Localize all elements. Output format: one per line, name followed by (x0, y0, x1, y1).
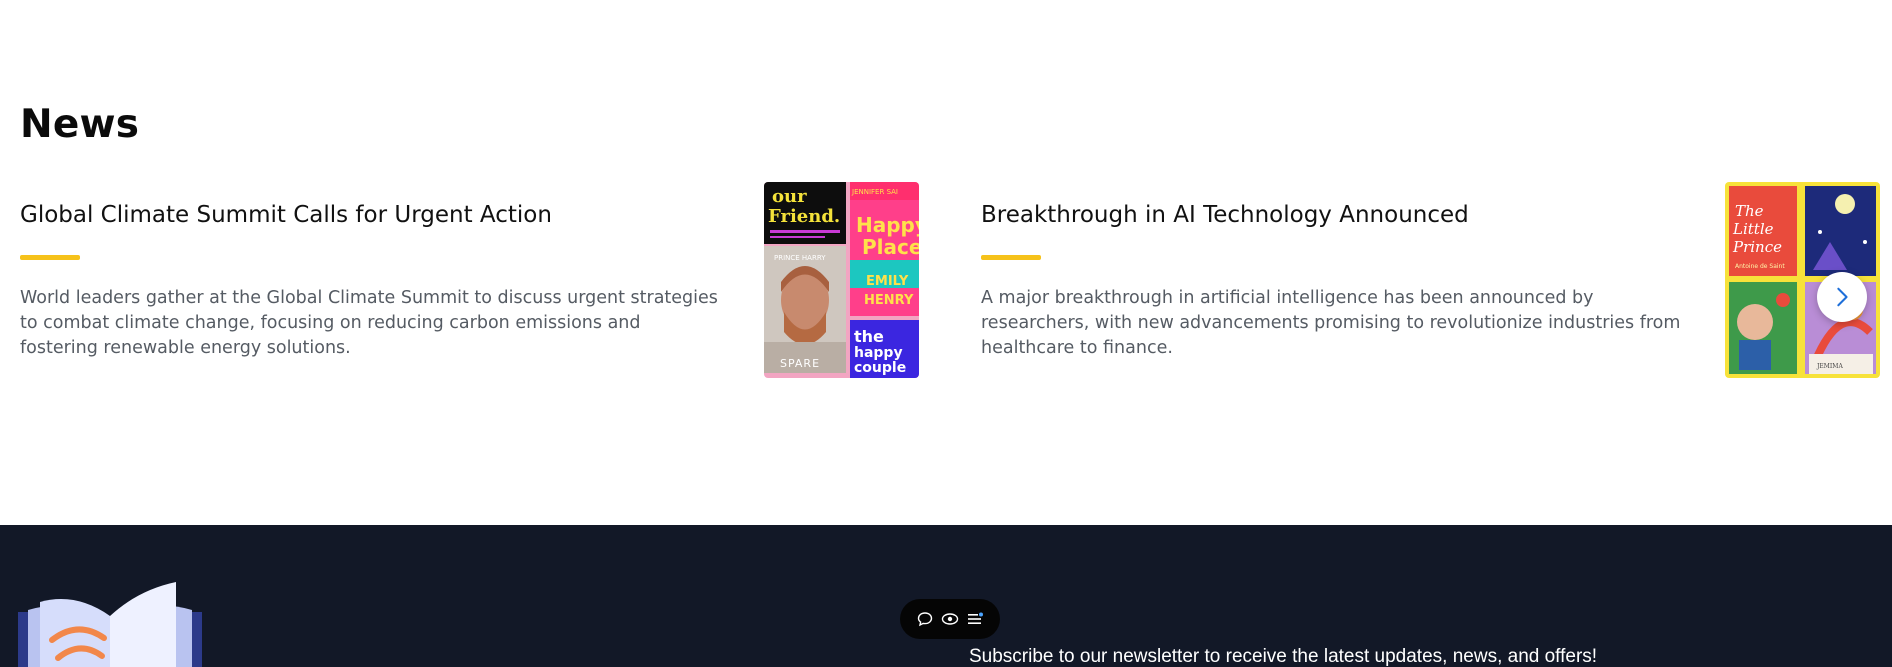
title-underline (20, 255, 80, 260)
news-card[interactable]: Global Climate Summit Calls for Urgent A… (20, 182, 920, 378)
svg-text:Little: Little (1732, 220, 1774, 238)
news-card[interactable]: Breakthrough in AI Technology Announced … (981, 182, 1881, 378)
news-card-image[interactable]: our Friend. PRINCE HARRY SPARE JENNIFER … (764, 182, 919, 378)
chevron-right-icon (1837, 287, 1848, 307)
svg-text:Friend.: Friend. (768, 206, 840, 227)
carousel-next-button[interactable] (1817, 272, 1867, 322)
svg-text:PRINCE HARRY: PRINCE HARRY (774, 254, 826, 262)
news-section: News Global Climate Summit Calls for Urg… (0, 0, 1892, 525)
footer-logo[interactable] (18, 580, 203, 667)
svg-text:the: the (854, 327, 884, 346)
svg-text:Place: Place (862, 235, 919, 259)
news-card-description: World leaders gather at the Global Clima… (20, 288, 718, 358)
comment-icon[interactable] (915, 609, 935, 629)
svg-text:HENRY: HENRY (864, 293, 914, 308)
svg-text:Prince: Prince (1732, 238, 1782, 256)
floating-toolbar (900, 599, 1000, 639)
eye-icon[interactable] (940, 609, 960, 629)
menu-icon[interactable] (965, 609, 985, 629)
site-footer (0, 525, 1892, 667)
svg-text:JENNIFER SAI: JENNIFER SAI (851, 188, 898, 196)
svg-text:happy: happy (854, 345, 903, 361)
news-card-title[interactable]: Breakthrough in AI Technology Announced (981, 202, 1469, 228)
svg-text:JEMIMA: JEMIMA (1816, 363, 1843, 370)
svg-text:The: The (1735, 202, 1764, 220)
open-book-icon (18, 582, 202, 667)
svg-text:EMILY: EMILY (866, 274, 909, 289)
newsletter-text: Subscribe to our newsletter to receive t… (969, 646, 1598, 667)
svg-text:Happy: Happy (856, 213, 919, 237)
svg-text:SPARE: SPARE (780, 357, 820, 370)
svg-text:couple: couple (854, 360, 906, 376)
title-underline (981, 255, 1041, 260)
news-card-title[interactable]: Global Climate Summit Calls for Urgent A… (20, 202, 552, 228)
news-heading: News (20, 102, 140, 147)
svg-text:our: our (772, 186, 807, 207)
book-collage-image: our Friend. PRINCE HARRY SPARE JENNIFER … (764, 182, 919, 378)
news-card-description: A major breakthrough in artificial intel… (981, 288, 1681, 358)
svg-text:Antoine de Saint: Antoine de Saint (1735, 263, 1785, 270)
